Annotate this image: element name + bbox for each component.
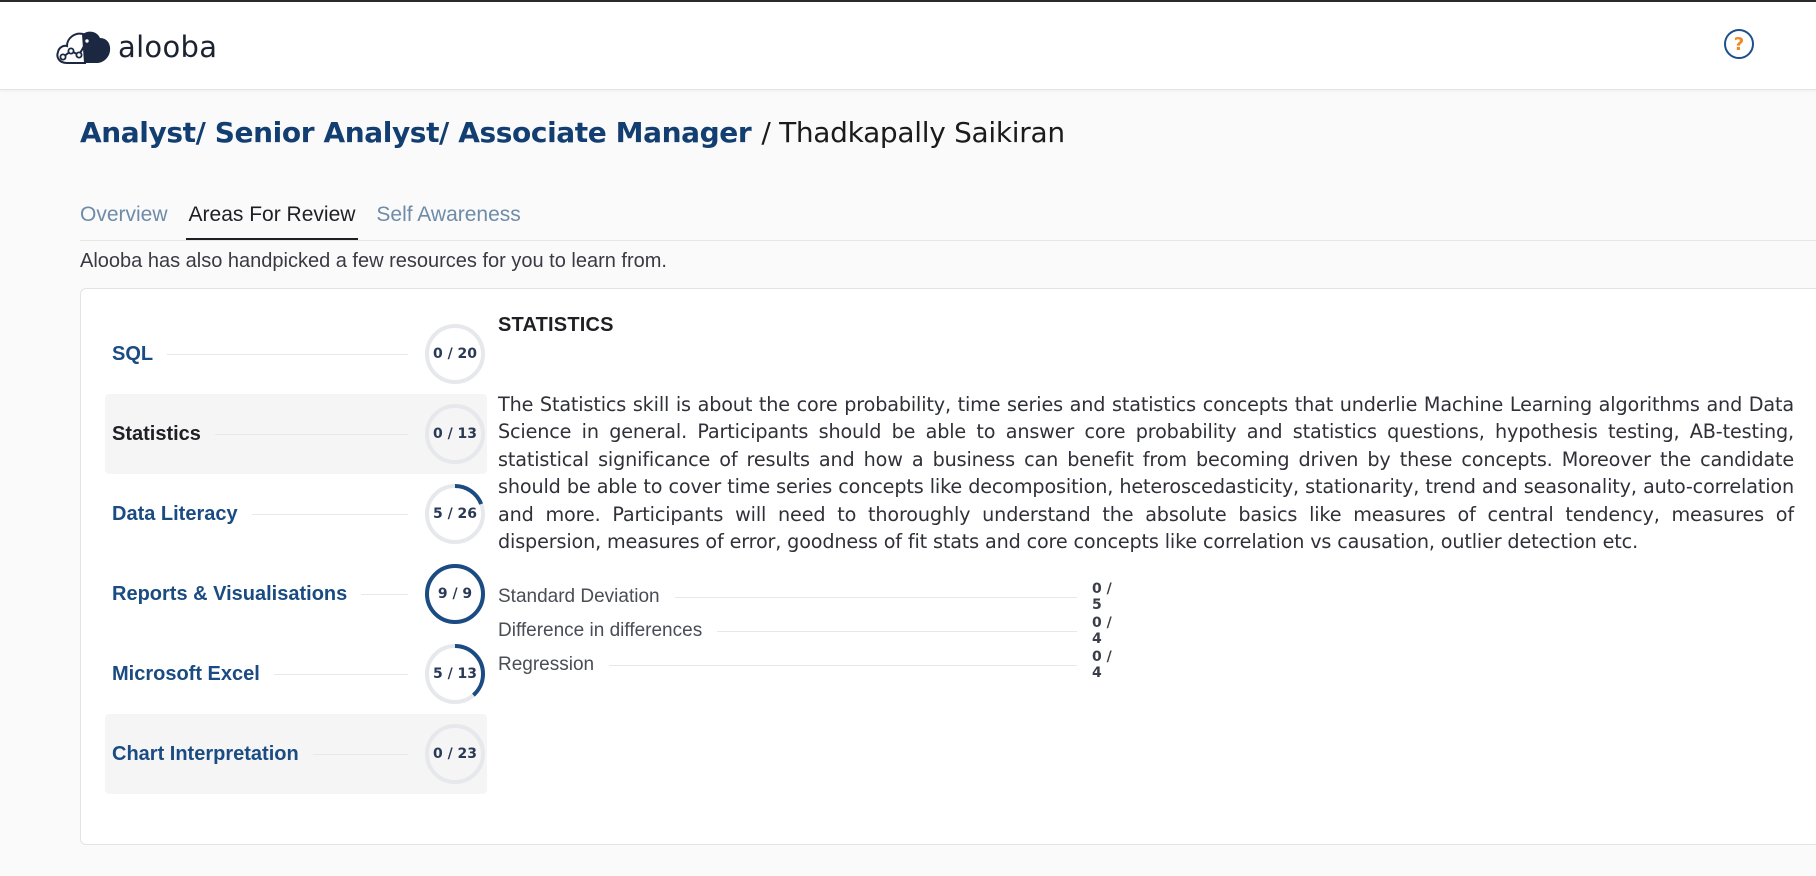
skill-divider — [214, 433, 408, 435]
score-text: 0 / 20 — [432, 346, 478, 362]
skill-divider — [251, 513, 408, 515]
skill-description: The Statistics skill is about the core p… — [498, 393, 1794, 554]
skill-detail-title: STATISTICS — [498, 314, 614, 336]
candidate-name: / Thadkapally Saikiran — [761, 116, 1065, 149]
subskill-name: Regression — [498, 654, 595, 675]
report-tabs: Overview Areas For Review Self Awareness — [80, 195, 542, 241]
tab-areas-for-review[interactable]: Areas For Review — [185, 195, 359, 241]
score-ring: 0 / 13 — [424, 403, 486, 465]
subskill-score: 0 / 5 — [1092, 581, 1112, 613]
score-text: 9 / 9 — [437, 586, 473, 602]
help-icon[interactable]: ? — [1724, 29, 1754, 59]
skill-divider — [361, 593, 408, 595]
subskill-name: Standard Deviation — [498, 586, 660, 607]
score-text: 0 / 23 — [432, 746, 478, 762]
skill-divider — [312, 753, 408, 755]
subskill-list: Standard Deviation 0 / 5 Difference in d… — [498, 580, 1124, 682]
score-text: 5 / 13 — [432, 666, 478, 682]
intro-text: Alooba has also handpicked a few resourc… — [80, 250, 667, 272]
alooba-logo[interactable]: alooba — [55, 24, 217, 70]
score-ring: 0 / 23 — [424, 723, 486, 785]
skill-list: SQL 0 / 20 Statistics 0 / 13 Data Litera… — [105, 314, 487, 794]
subskill-name: Difference in differences — [498, 620, 703, 641]
tab-self-awareness[interactable]: Self Awareness — [376, 195, 520, 241]
skill-name: Statistics — [112, 422, 201, 445]
cloud-network-icon — [56, 31, 111, 64]
page-title: Analyst/ Senior Analyst/ Associate Manag… — [80, 116, 1065, 149]
tabs-divider — [80, 240, 1816, 241]
skill-divider — [273, 673, 408, 675]
skill-item-chart-interpretation[interactable]: Chart Interpretation 0 / 23 — [105, 714, 487, 794]
breadcrumb-separator: / — [761, 116, 771, 149]
subskill-row: Regression 0 / 4 — [498, 648, 1124, 682]
skill-item-reports-visualisations[interactable]: Reports & Visualisations 9 / 9 — [105, 554, 487, 634]
tab-overview[interactable]: Overview — [80, 195, 168, 241]
score-text: 5 / 26 — [432, 506, 478, 522]
score-ring: 9 / 9 — [424, 563, 486, 625]
subskill-row: Standard Deviation 0 / 5 — [498, 580, 1124, 614]
score-ring: 0 / 20 — [424, 323, 486, 385]
subskill-divider — [609, 664, 1077, 666]
subskill-row: Difference in differences 0 / 4 — [498, 614, 1124, 648]
skill-name: Chart Interpretation — [112, 742, 299, 765]
skill-name: Reports & Visualisations — [112, 582, 348, 605]
subskill-score: 0 / 4 — [1092, 649, 1112, 681]
skill-item-microsoft-excel[interactable]: Microsoft Excel 5 / 13 — [105, 634, 487, 714]
score-ring: 5 / 13 — [424, 643, 486, 705]
candidate-name-text: Thadkapally Saikiran — [779, 116, 1065, 149]
score-text: 0 / 13 — [432, 426, 478, 442]
skill-name: SQL — [112, 342, 154, 365]
skill-item-sql[interactable]: SQL 0 / 20 — [105, 314, 487, 394]
subskill-score: 0 / 4 — [1092, 615, 1112, 647]
job-title-link[interactable]: Analyst/ Senior Analyst/ Associate Manag… — [80, 116, 752, 149]
skill-name: Microsoft Excel — [112, 662, 260, 685]
subskill-divider — [674, 596, 1077, 598]
skill-divider — [167, 353, 408, 355]
skill-item-data-literacy[interactable]: Data Literacy 5 / 26 — [105, 474, 487, 554]
skill-name: Data Literacy — [112, 502, 238, 525]
top-navbar: alooba ? — [0, 2, 1816, 90]
logo-wordmark: alooba — [118, 30, 218, 64]
subskill-divider — [717, 630, 1077, 632]
skill-item-statistics[interactable]: Statistics 0 / 13 — [105, 394, 487, 474]
score-ring: 5 / 26 — [424, 483, 486, 545]
skill-detail-panel: STATISTICS The Statistics skill is about… — [498, 314, 1794, 555]
